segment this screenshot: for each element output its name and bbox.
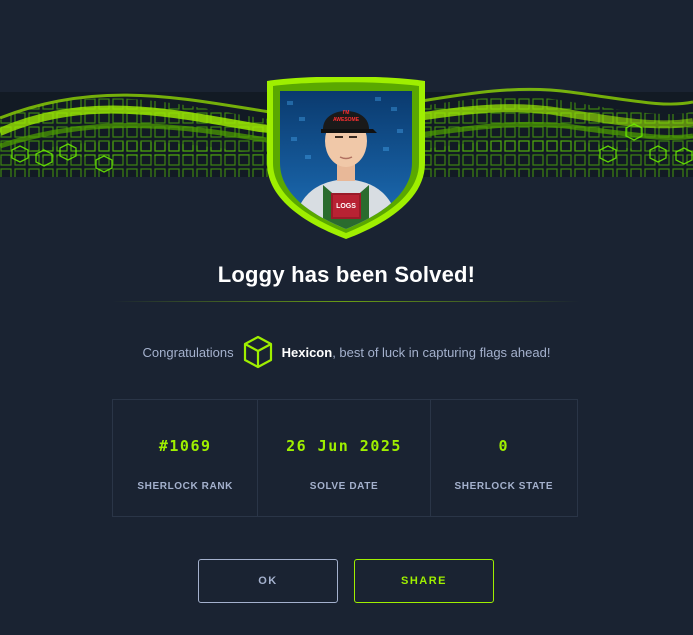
svg-text:I'M: I'M [343,110,350,116]
user-cube-icon [243,335,272,369]
svg-text:AWESOME: AWESOME [333,117,360,123]
stat-sherlock-state: 0 SHERLOCK STATE [429,400,577,516]
stat-solve-date: 26 Jun 2025 SOLVE DATE [257,400,429,516]
stats-panel: #1069 SHERLOCK RANK 26 Jun 2025 SOLVE DA… [112,399,578,517]
stat-value: 26 Jun 2025 [286,437,402,455]
ok-button[interactable]: OK [198,559,338,603]
share-button[interactable]: SHARE [354,559,494,603]
congrats-suffix: , best of luck in capturing flags ahead! [332,344,551,360]
sherlock-badge-icon: I'M AWESOME LOGS [267,77,425,239]
modal-title: Loggy has been Solved! [217,262,476,287]
title-divider [112,301,580,302]
congratulations-message: Congratulations Hexicon , best of luck i… [0,334,693,370]
stat-value: 0 [498,437,510,455]
stat-sherlock-rank: #1069 SHERLOCK RANK [113,400,257,516]
stat-label: SOLVE DATE [309,481,379,492]
congrats-prefix: Congratulations [142,344,234,360]
svg-text:LOGS: LOGS [336,203,356,210]
username[interactable]: Hexicon [282,345,333,360]
stat-label: SHERLOCK RANK [137,481,233,492]
stat-value: #1069 [158,437,212,455]
stat-label: SHERLOCK STATE [454,481,554,492]
